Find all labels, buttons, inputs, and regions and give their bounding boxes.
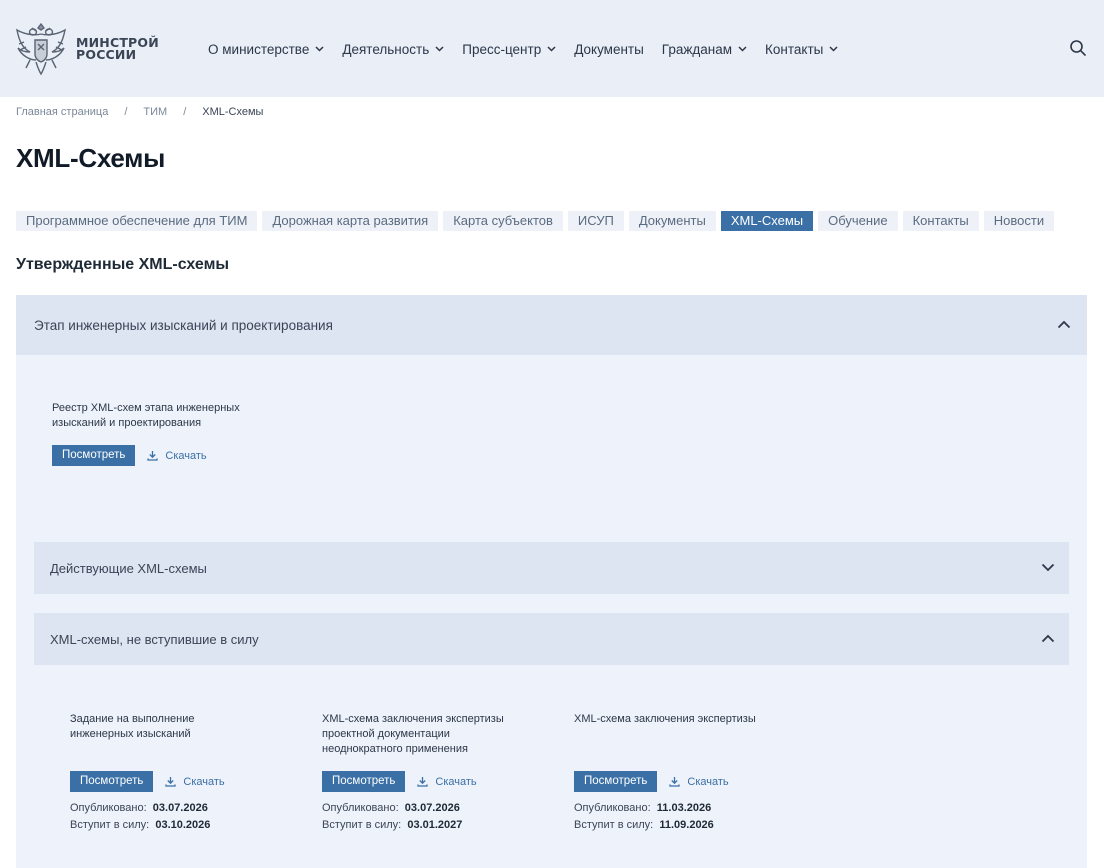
chevron-down-icon xyxy=(435,46,444,52)
chevron-down-icon xyxy=(315,46,324,52)
nav-label: Деятельность xyxy=(342,41,430,57)
effective-date: 03.01.2027 xyxy=(407,819,463,831)
download-label: Скачать xyxy=(165,449,207,462)
download-label: Скачать xyxy=(687,775,729,788)
download-icon xyxy=(669,777,681,787)
breadcrumb-current: XML-Схемы xyxy=(202,106,264,118)
tab-regions-map[interactable]: Карта субъектов xyxy=(443,211,563,231)
download-link[interactable]: Скачать xyxy=(417,775,477,788)
doc-meta: Опубликовано: 11.03.2026 Вступит в силу:… xyxy=(574,800,804,834)
site-header: МИНСТРОЙ РОССИИ О министерстве Деятельно… xyxy=(0,0,1104,97)
chevron-up-icon xyxy=(1041,634,1055,643)
subaccordion-title: XML-схемы, не вступившие в силу xyxy=(50,632,259,647)
download-link[interactable]: Скачать xyxy=(147,449,207,462)
breadcrumb-home[interactable]: Главная страница xyxy=(16,106,108,118)
doc-title-line: неоднократного применения xyxy=(322,743,468,755)
published-date: 11.03.2026 xyxy=(656,802,712,814)
view-button[interactable]: Посмотреть xyxy=(574,771,658,792)
doc-card: XML-схема заключения экспертизы Посмотре… xyxy=(574,712,804,834)
tab-contacts[interactable]: Контакты xyxy=(902,211,979,231)
chevron-down-icon xyxy=(1041,563,1055,572)
chevron-down-icon xyxy=(738,46,747,52)
view-button[interactable]: Посмотреть xyxy=(322,771,406,792)
subaccordion-title: Действующие XML-схемы xyxy=(50,561,207,576)
effective-date: 03.10.2026 xyxy=(155,819,211,831)
doc-title: XML-схема заключения экспертизы xyxy=(574,712,804,760)
section-title: Утвержденные XML-схемы xyxy=(16,256,230,273)
nav-item-ministry[interactable]: О министерстве xyxy=(208,42,324,57)
chevron-down-icon xyxy=(547,46,556,52)
page-title: XML-Схемы xyxy=(16,143,165,173)
search-icon[interactable] xyxy=(1068,38,1088,58)
nav-item-press[interactable]: Пресс-центр xyxy=(462,42,556,57)
chevron-down-icon xyxy=(829,46,838,52)
subaccordion-pending-header[interactable]: XML-схемы, не вступившие в силу xyxy=(34,613,1069,665)
effective-label: Вступит в силу: xyxy=(70,819,150,831)
breadcrumb: Главная страница / ТИМ / XML-Схемы xyxy=(16,106,263,118)
registry-card: Реестр XML-схем этапа инженерных изыскан… xyxy=(52,401,272,466)
effective-label: Вступит в силу: xyxy=(322,819,402,831)
breadcrumb-separator: / xyxy=(124,106,128,118)
section-tabs: Программное обеспечение для ТИМ Дорожная… xyxy=(16,211,1059,231)
download-label: Скачать xyxy=(435,775,477,788)
doc-title-line: XML-схема заключения экспертизы xyxy=(322,713,504,725)
published-label: Опубликовано: xyxy=(574,802,651,814)
tab-training[interactable]: Обучение xyxy=(818,211,898,231)
doc-title-line: Задание на выполнение xyxy=(70,713,195,725)
subaccordion-active-header[interactable]: Действующие XML-схемы xyxy=(34,542,1069,594)
download-icon xyxy=(147,451,159,461)
tab-documents[interactable]: Документы xyxy=(628,211,716,231)
view-button[interactable]: Посмотреть xyxy=(70,771,154,792)
doc-title: Задание на выполнение инженерных изыскан… xyxy=(70,712,300,760)
download-icon xyxy=(417,777,429,787)
nav-item-activity[interactable]: Деятельность xyxy=(342,42,444,57)
tab-roadmap[interactable]: Дорожная карта развития xyxy=(262,211,439,231)
breadcrumb-separator: / xyxy=(183,106,187,118)
eagle-emblem-icon xyxy=(16,22,66,76)
doc-title: XML-схема заключения экспертизы проектно… xyxy=(322,712,552,760)
doc-title-line: Реестр XML-схем этапа инженерных xyxy=(52,402,240,414)
doc-title-line: инженерных изысканий xyxy=(70,728,191,740)
tab-isup[interactable]: ИСУП xyxy=(567,211,624,231)
published-date: 03.07.2026 xyxy=(404,802,460,814)
logo-line-2: РОССИИ xyxy=(76,47,137,62)
main-nav: О министерстве Деятельность Пресс-центр … xyxy=(208,40,856,58)
nav-item-citizens[interactable]: Гражданам xyxy=(662,42,747,57)
nav-label: Гражданам xyxy=(661,41,733,57)
tab-software[interactable]: Программное обеспечение для ТИМ xyxy=(16,211,258,231)
accordion-title: Этап инженерных изысканий и проектирован… xyxy=(34,318,333,333)
doc-meta: Опубликовано: 03.07.2026 Вступит в силу:… xyxy=(70,800,300,834)
doc-title-line: проектной документации xyxy=(322,728,450,740)
doc-card: Задание на выполнение инженерных изыскан… xyxy=(70,712,300,834)
download-label: Скачать xyxy=(183,775,225,788)
view-button[interactable]: Посмотреть xyxy=(52,445,136,466)
effective-date: 11.09.2026 xyxy=(659,819,714,831)
download-icon xyxy=(165,777,177,787)
site-logo[interactable]: МИНСТРОЙ РОССИИ xyxy=(14,20,159,78)
chevron-up-icon xyxy=(1057,320,1071,329)
doc-title-line: изысканий и проектирования xyxy=(52,417,202,429)
nav-label: Документы xyxy=(574,41,644,57)
nav-label: Контакты xyxy=(765,41,824,57)
download-link[interactable]: Скачать xyxy=(669,775,729,788)
effective-label: Вступит в силу: xyxy=(574,819,654,831)
nav-item-documents[interactable]: Документы xyxy=(574,42,644,57)
doc-card: XML-схема заключения экспертизы проектно… xyxy=(322,712,552,834)
tab-news[interactable]: Новости xyxy=(983,211,1055,231)
nav-label: Пресс-центр xyxy=(462,41,542,57)
download-link[interactable]: Скачать xyxy=(165,775,225,788)
doc-meta: Опубликовано: 03.07.2026 Вступит в силу:… xyxy=(322,800,552,834)
accordion-engineering: Этап инженерных изысканий и проектирован… xyxy=(16,295,1087,868)
breadcrumb-tim[interactable]: ТИМ xyxy=(143,106,167,118)
nav-item-contacts[interactable]: Контакты xyxy=(765,42,838,57)
published-date: 03.07.2026 xyxy=(152,802,208,814)
published-label: Опубликовано: xyxy=(322,802,399,814)
accordion-header[interactable]: Этап инженерных изысканий и проектирован… xyxy=(16,295,1087,355)
doc-title: Реестр XML-схем этапа инженерных изыскан… xyxy=(52,401,272,431)
published-label: Опубликовано: xyxy=(70,802,147,814)
nav-label: О министерстве xyxy=(208,41,310,57)
doc-title-line: XML-схема заключения экспертизы xyxy=(574,713,756,725)
tab-xml-schemas[interactable]: XML-Схемы xyxy=(720,211,814,231)
